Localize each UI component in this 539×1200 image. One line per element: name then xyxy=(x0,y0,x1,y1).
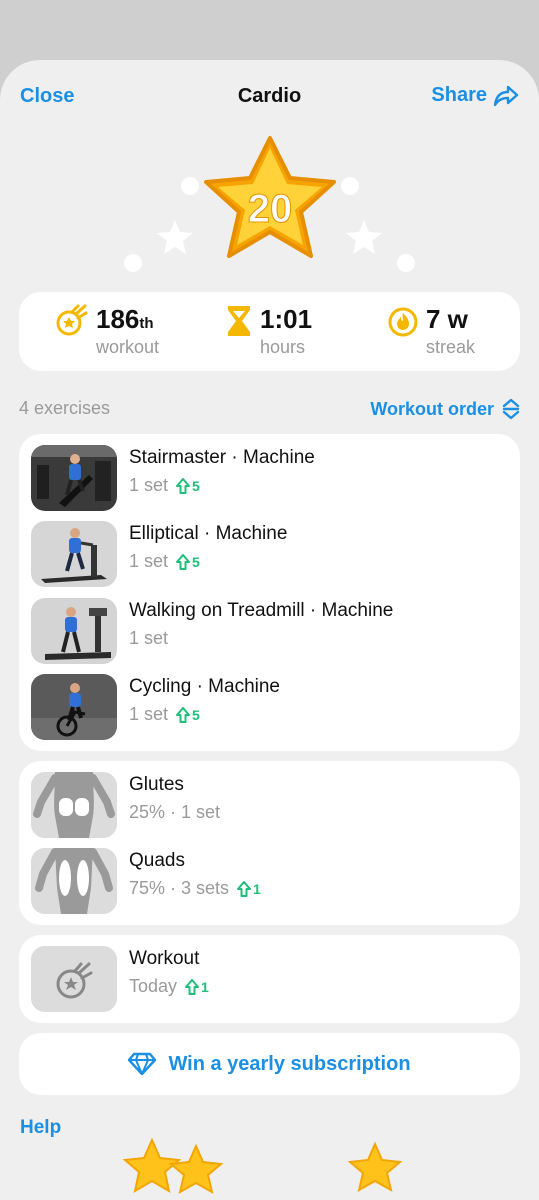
pr-badge: 5 xyxy=(176,706,200,723)
pr-badge: 1 xyxy=(185,978,209,995)
exercise-name: Walking on Treadmill · Machine xyxy=(129,600,394,621)
badge-number: 20 xyxy=(248,187,293,231)
glutes-body-icon xyxy=(31,772,117,838)
pr-count: 5 xyxy=(192,553,200,570)
exercise-sets-row: 1 set xyxy=(129,628,168,649)
quads-body-icon xyxy=(31,848,117,914)
pr-count: 1 xyxy=(201,978,209,995)
muscle-detail-row: 75% · 3 sets 1 xyxy=(129,878,261,899)
stats-card: 186th workout 1:01 hours 7 w streak xyxy=(19,292,520,371)
pr-badge: 1 xyxy=(237,880,261,897)
win-subscription-label: Win a yearly subscription xyxy=(168,1052,411,1075)
hourglass-icon xyxy=(228,306,250,336)
exercise-sets-row: 1 set 5 xyxy=(129,551,200,572)
exercise-sets: 1 set xyxy=(129,551,169,571)
exercise-sets: 1 set xyxy=(129,628,169,648)
meteor-thumbnail-icon xyxy=(31,946,117,1012)
muscle-row[interactable]: Quads 75% · 3 sets 1 xyxy=(31,848,511,914)
stat-workout: 186th workout xyxy=(56,304,160,358)
muscles-card: Glutes 25% · 1 set Quads 75% · 3 sets 1 xyxy=(19,761,520,925)
workout-order-label: Workout order xyxy=(370,398,494,419)
pr-count: 1 xyxy=(253,880,261,897)
hours-value: 1:01 xyxy=(260,304,313,334)
gold-star-icons xyxy=(122,1137,403,1194)
streak-value: 7 w xyxy=(426,304,468,334)
meteor-icon xyxy=(56,304,88,336)
exercise-name: Elliptical · Machine xyxy=(129,523,288,544)
workout-order-button[interactable]: Workout order xyxy=(370,398,520,420)
muscle-row[interactable]: Glutes 25% · 1 set xyxy=(31,772,511,838)
elliptical-thumbnail xyxy=(31,521,117,587)
exercise-row[interactable]: Walking on Treadmill · Machine 1 set xyxy=(31,598,511,664)
sort-chevrons-icon xyxy=(502,398,520,420)
workout-number: 186 xyxy=(96,304,140,334)
workout-suffix: th xyxy=(139,315,154,332)
exercise-sets-row: 1 set 5 xyxy=(129,475,200,496)
share-label: Share xyxy=(431,84,487,106)
stat-hours: 1:01 hours xyxy=(228,304,313,358)
exercise-list: Stairmaster · Machine 1 set 5 Elliptical… xyxy=(19,434,520,751)
cycling-thumbnail xyxy=(31,674,117,740)
workout-row: Workout Today 1 xyxy=(31,946,511,1012)
pr-count: 5 xyxy=(192,706,200,723)
workout-summary-sheet: Close Cardio Share 20 186th workout 1:01… xyxy=(0,60,539,1200)
treadmill-thumbnail xyxy=(31,598,117,664)
win-subscription-button[interactable]: Win a yearly subscription xyxy=(19,1033,520,1095)
pr-badge: 5 xyxy=(176,553,200,570)
muscle-name: Quads xyxy=(129,850,185,871)
arrow-up-icon xyxy=(176,477,191,494)
workout-summary-card[interactable]: Workout Today 1 xyxy=(19,935,520,1023)
pr-count: 5 xyxy=(192,477,200,494)
exercise-sets-row: 1 set 5 xyxy=(129,704,200,725)
exercise-row[interactable]: Elliptical · Machine 1 set 5 xyxy=(31,521,511,587)
workout-when-row: Today 1 xyxy=(129,976,209,997)
arrow-up-icon xyxy=(176,553,191,570)
muscle-detail: 75% · 3 sets xyxy=(129,878,230,898)
exercise-name: Cycling · Machine xyxy=(129,676,280,697)
muscle-detail-row: 25% · 1 set xyxy=(129,802,220,823)
exercise-row[interactable]: Stairmaster · Machine 1 set 5 xyxy=(31,445,511,511)
achievement-badge-area: 20 xyxy=(0,132,539,292)
muscle-name: Glutes xyxy=(129,774,184,795)
streak-label: streak xyxy=(426,337,476,357)
workout-title: Workout xyxy=(129,948,200,969)
exercise-sets: 1 set xyxy=(129,475,169,495)
exercise-row[interactable]: Cycling · Machine 1 set 5 xyxy=(31,674,511,740)
share-button[interactable]: Share xyxy=(431,84,519,107)
pr-badge: 5 xyxy=(176,477,200,494)
muscle-detail: 25% · 1 set xyxy=(129,802,221,822)
arrow-up-icon xyxy=(176,706,191,723)
bottom-stars-decoration xyxy=(0,1130,539,1200)
exercise-sets: 1 set xyxy=(129,704,169,724)
exercises-header: 4 exercises Workout order xyxy=(19,398,520,422)
top-bar: Close Cardio Share xyxy=(0,60,539,132)
arrow-up-icon xyxy=(237,880,252,897)
hours-label: hours xyxy=(260,337,306,357)
arrow-up-icon xyxy=(185,978,200,995)
workout-when: Today xyxy=(129,976,178,996)
exercise-count: 4 exercises xyxy=(19,398,111,418)
diamond-icon xyxy=(128,1052,157,1076)
exercise-name: Stairmaster · Machine xyxy=(129,447,315,468)
stairmaster-thumbnail xyxy=(31,445,117,511)
workout-label: workout xyxy=(96,337,160,357)
share-arrow-icon xyxy=(493,85,519,106)
flame-icon xyxy=(388,307,418,337)
stat-streak: 7 w streak xyxy=(388,304,476,358)
